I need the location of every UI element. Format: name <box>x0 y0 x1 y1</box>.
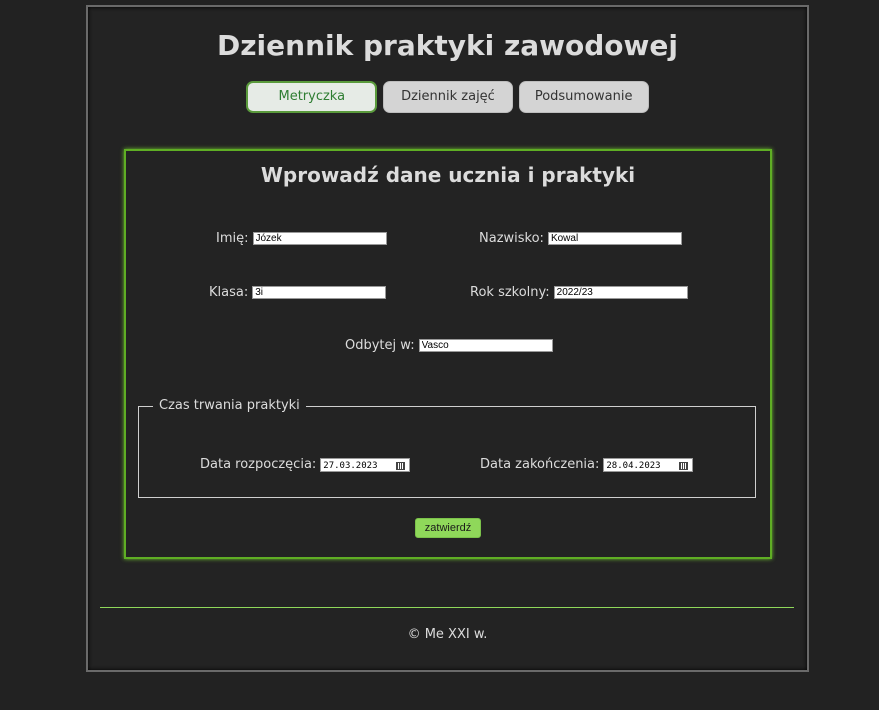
submit-button[interactable]: zatwierdź <box>415 518 481 538</box>
class-label: Klasa: <box>209 285 249 300</box>
last-name-input[interactable] <box>547 232 682 245</box>
school-year-label: Rok szkolny: <box>470 285 550 300</box>
first-name-label: Imię: <box>216 231 249 246</box>
held-at-row: Odbytej w: <box>345 338 553 353</box>
first-name-row: Imię: <box>216 231 387 246</box>
page-container: Dziennik praktyki zawodowej Metryczka Dz… <box>86 5 809 672</box>
last-name-label: Nazwisko: <box>479 231 544 246</box>
end-date-input[interactable]: 28.04.2023 <box>603 457 694 472</box>
footer-copyright: © Me XXI w. <box>407 627 488 642</box>
class-input[interactable] <box>252 286 387 299</box>
end-date-value: 28.04.2023 <box>606 460 661 471</box>
end-date-label: Data zakończenia: <box>480 457 600 472</box>
start-date-label: Data rozpoczęcia: <box>200 457 317 472</box>
last-name-row: Nazwisko: <box>479 231 682 246</box>
tab-podsumowanie[interactable]: Podsumowanie <box>518 81 649 113</box>
first-name-input[interactable] <box>252 232 387 245</box>
calendar-icon[interactable] <box>396 461 406 470</box>
calendar-icon[interactable] <box>679 461 689 470</box>
held-at-label: Odbytej w: <box>345 338 415 353</box>
page-title: Dziennik praktyki zawodowej <box>217 29 678 62</box>
duration-legend: Czas trwania praktyki <box>153 398 306 413</box>
held-at-input[interactable] <box>418 339 553 352</box>
footer-divider <box>100 607 794 608</box>
tab-dziennik-zajec[interactable]: Dziennik zajęć <box>383 81 513 113</box>
tab-bar: Metryczka Dziennik zajęć Podsumowanie <box>88 81 807 113</box>
start-date-input[interactable]: 27.03.2023 <box>320 457 411 472</box>
start-date-value: 27.03.2023 <box>323 460 378 471</box>
school-year-row: Rok szkolny: <box>470 285 688 300</box>
end-date-row: Data zakończenia: 28.04.2023 <box>480 457 694 472</box>
tab-metryczka[interactable]: Metryczka <box>246 81 378 113</box>
start-date-row: Data rozpoczęcia: 27.03.2023 <box>200 457 411 472</box>
duration-fieldset: Czas trwania praktyki Data rozpoczęcia: 2… <box>138 398 756 498</box>
student-form: Wprowadź dane ucznia i praktyki Imię: Na… <box>124 149 772 559</box>
form-title: Wprowadź dane ucznia i praktyki <box>260 163 636 187</box>
school-year-input[interactable] <box>553 286 688 299</box>
class-row: Klasa: <box>209 285 387 300</box>
